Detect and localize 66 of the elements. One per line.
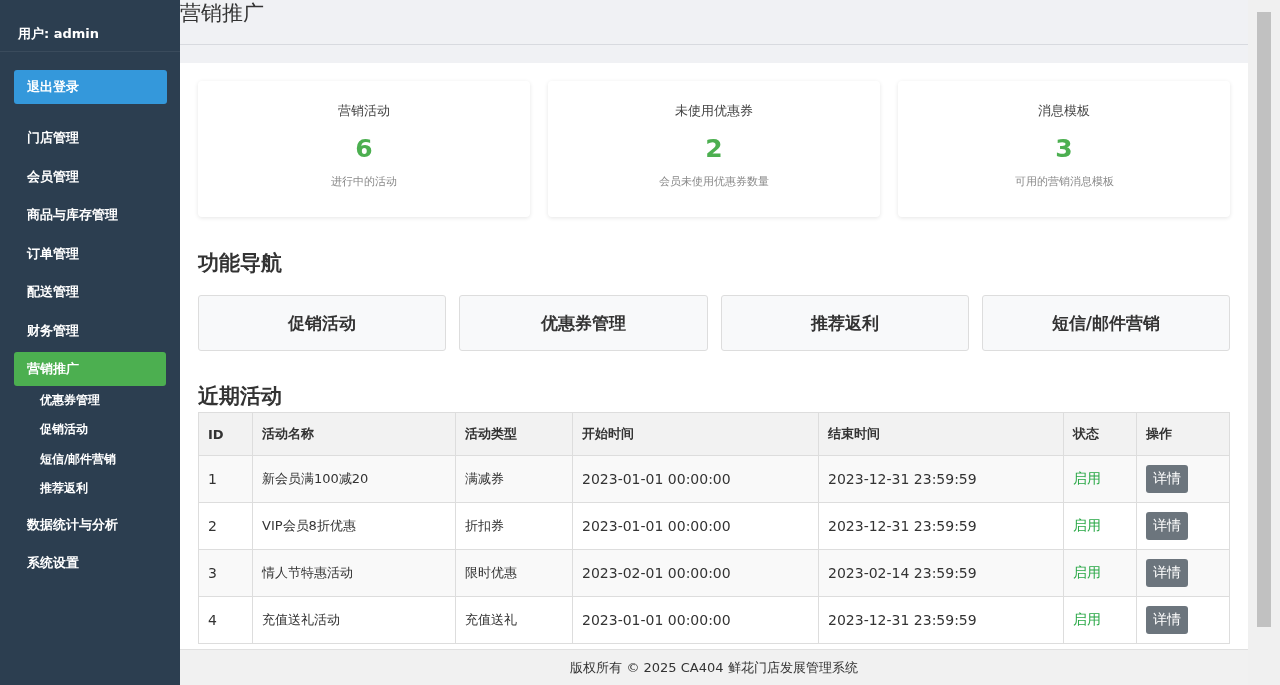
stat-title: 消息模板 (1038, 102, 1090, 120)
start-time-cell: 2023-01-01 00:00:00 (572, 455, 819, 503)
scrollbar[interactable] (1248, 0, 1280, 685)
sidebar-item[interactable]: 数据统计与分析 (14, 507, 166, 542)
activity-type-cell: 折扣券 (455, 502, 573, 550)
end-time-cell: 2023-02-14 23:59:59 (818, 549, 1064, 597)
details-button[interactable]: 详情 (1146, 512, 1188, 540)
activity-name-cell: 充值送礼活动 (252, 596, 456, 644)
end-time-cell: 2023-12-31 23:59:59 (818, 596, 1064, 644)
details-button[interactable]: 详情 (1146, 606, 1188, 634)
submenu-item[interactable]: 推荐返利 (40, 474, 88, 504)
sidebar-item[interactable]: 系统设置 (14, 546, 166, 580)
submenu-item[interactable]: 短信/邮件营销 (40, 444, 117, 474)
feature-button[interactable]: 推荐返利 (720, 295, 969, 351)
stat-title: 未使用优惠券 (675, 102, 753, 120)
activity-name-cell: 新会员满100减20 (252, 455, 456, 503)
column-header: ID (198, 412, 253, 456)
stat-caption: 可用的营销消息模板 (1014, 174, 1114, 189)
details-button[interactable]: 详情 (1146, 559, 1188, 587)
id-cell: 3 (198, 549, 253, 597)
stat-caption: 进行中的活动 (331, 174, 397, 189)
activity-name-cell: 情人节特惠活动 (252, 549, 456, 597)
activity-type-cell: 充值送礼 (455, 596, 573, 644)
status-text: 启用 (1073, 564, 1101, 580)
stat-value: 3 (1055, 134, 1073, 163)
page-title: 营销推广 (180, 0, 264, 26)
feature-button[interactable]: 优惠券管理 (459, 295, 708, 351)
column-header: 开始时间 (572, 412, 819, 456)
details-button[interactable]: 详情 (1146, 465, 1188, 493)
sidebar-item[interactable]: 订单管理 (14, 236, 166, 271)
id-cell: 1 (198, 455, 253, 503)
copyright-text: 版权所有 © 2025 CA404 鲜花门店发展管理系统 (570, 658, 858, 677)
column-header: 结束时间 (818, 412, 1064, 456)
section-heading: 功能导航 (198, 250, 282, 277)
sidebar-item[interactable]: 会员管理 (14, 159, 166, 194)
id-cell: 2 (198, 502, 253, 550)
end-time-cell: 2023-12-31 23:59:59 (818, 455, 1064, 503)
activity-name-cell: VIP会员8折优惠 (252, 502, 456, 550)
start-time-cell: 2023-01-01 00:00:00 (572, 502, 819, 550)
status-text: 启用 (1073, 470, 1101, 486)
activity-type-cell: 满减券 (455, 455, 573, 503)
feature-button[interactable]: 短信/邮件营销 (981, 295, 1230, 351)
activity-type-cell: 限时优惠 (455, 549, 573, 597)
section-heading: 近期活动 (198, 383, 282, 410)
id-cell: 4 (198, 596, 253, 644)
user-label: 用户: admin (18, 24, 100, 43)
status-text: 启用 (1073, 611, 1101, 627)
start-time-cell: 2023-02-01 00:00:00 (572, 549, 819, 597)
feature-button[interactable]: 促销活动 (198, 295, 447, 351)
sidebar-item[interactable]: 配送管理 (14, 275, 166, 309)
stat-caption: 会员未使用优惠券数量 (659, 174, 769, 189)
column-header: 状态 (1063, 412, 1137, 456)
sidebar-item[interactable]: 商品与库存管理 (14, 198, 166, 232)
stat-title: 营销活动 (338, 102, 390, 120)
sidebar-item[interactable]: 财务管理 (14, 313, 166, 348)
sidebar-item[interactable]: 门店管理 (14, 121, 166, 155)
column-header: 活动类型 (455, 412, 573, 456)
start-time-cell: 2023-01-01 00:00:00 (572, 596, 819, 644)
submenu-item[interactable]: 优惠券管理 (40, 385, 100, 415)
status-text: 启用 (1073, 517, 1101, 533)
end-time-cell: 2023-12-31 23:59:59 (818, 502, 1064, 550)
submenu-item[interactable]: 促销活动 (40, 415, 88, 445)
column-header: 活动名称 (252, 412, 456, 456)
stat-value: 6 (355, 134, 373, 163)
column-header: 操作 (1136, 412, 1230, 456)
stat-value: 2 (705, 134, 723, 163)
